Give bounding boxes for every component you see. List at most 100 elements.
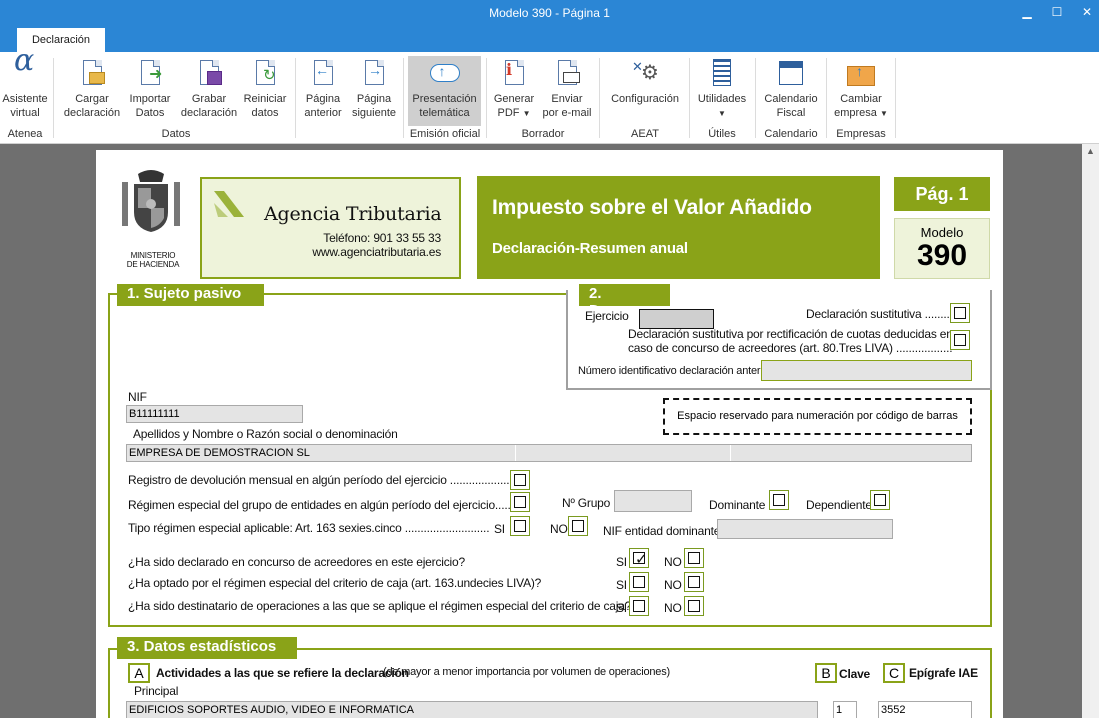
regimen-label: Régimen especial del grupo de entidades … xyxy=(128,498,517,512)
tipo-si-checkbox[interactable] xyxy=(510,516,530,536)
group-calendario: Calendario xyxy=(764,128,818,140)
separator xyxy=(295,58,296,138)
label: Datos xyxy=(135,107,165,119)
pagina-siguiente-button[interactable]: → Página siguiente xyxy=(348,56,400,120)
label: Cambiar xyxy=(840,93,882,105)
text: MINISTERIO xyxy=(130,251,176,260)
separator xyxy=(599,58,600,138)
web-address: www.agenciatributaria.es xyxy=(312,245,441,259)
page-next-icon: → xyxy=(359,58,389,88)
nif-dominante-input[interactable] xyxy=(717,519,893,539)
registro-checkbox[interactable] xyxy=(510,470,530,490)
reiniciar-datos-button[interactable]: ↻ Reiniciar datos xyxy=(240,56,290,120)
title-bar: Modelo 390 - Página 1 ▁ ☐ ✕ xyxy=(0,0,1099,26)
dependiente-label: Dependiente xyxy=(806,498,872,512)
label: Cargar xyxy=(75,93,109,105)
ejercicio-input[interactable] xyxy=(639,309,714,329)
group-borrador: Borrador xyxy=(521,128,565,140)
tab-strip: Declaración xyxy=(0,26,1099,52)
text: DE HACIENDA xyxy=(126,260,180,269)
label: Configuración xyxy=(611,93,679,105)
actividad-principal-input[interactable]: EDIFICIOS SOPORTES AUDIO, VIDEO E INFORM… xyxy=(126,701,818,718)
nif-dominante-label: NIF entidad dominante xyxy=(603,524,721,538)
vertical-scrollbar[interactable]: ▲ xyxy=(1082,144,1099,718)
label: Grabar xyxy=(191,93,227,105)
ministerio-label: MINISTERIO DE HACIENDA xyxy=(116,251,190,269)
document-page: MINISTERIO DE HACIENDA Agencia Tributaria… xyxy=(96,150,1003,718)
folder-upload-icon: ↑ xyxy=(846,58,876,88)
q1-no-checkbox[interactable] xyxy=(684,548,704,568)
nif-input[interactable]: B11111111 xyxy=(126,405,303,423)
epigrafe-input[interactable]: 3552 xyxy=(878,701,972,718)
pagina-anterior-button[interactable]: ← Página anterior xyxy=(299,56,347,120)
scroll-up-icon[interactable]: ▲ xyxy=(1082,146,1099,156)
import-icon: ➜ xyxy=(135,58,165,88)
grupo-input[interactable] xyxy=(614,490,692,512)
label: telemática xyxy=(419,107,470,119)
label: Importar xyxy=(129,93,171,105)
actividades-label: Actividades a las que se refiere la decl… xyxy=(156,666,409,680)
cloud-upload-icon: ↑ xyxy=(429,58,460,88)
section-1-title: 1. Sujeto pasivo xyxy=(117,284,264,306)
tipo-no-checkbox[interactable] xyxy=(568,516,588,536)
q3-no-label: NO xyxy=(664,601,682,615)
destinatario-question: ¿Ha sido destinatario de operaciones a l… xyxy=(128,599,632,613)
calendar-icon xyxy=(776,58,806,88)
generar-pdf-button[interactable]: ℹ Generar PDF ▼ xyxy=(490,56,538,121)
sustitutiva-checkbox[interactable] xyxy=(950,303,970,323)
email-icon xyxy=(552,58,582,88)
label: Asistente xyxy=(2,93,48,105)
key-b-badge: B xyxy=(815,663,837,683)
window-title: Modelo 390 - Página 1 xyxy=(489,6,610,20)
calendario-fiscal-button[interactable]: Calendario Fiscal xyxy=(759,56,823,120)
cargar-declaracion-button[interactable]: Cargar declaración xyxy=(60,56,124,120)
q3-no-checkbox[interactable] xyxy=(684,596,704,616)
minimize-button[interactable]: ▁ xyxy=(1012,0,1042,26)
rectificacion-label-1: Declaración sustitutiva por rectificació… xyxy=(628,327,953,341)
q2-no-checkbox[interactable] xyxy=(684,572,704,592)
asistente-virtual-button[interactable]: α Asistente virtual xyxy=(0,46,50,120)
tipo-no-label: NO xyxy=(550,522,568,536)
aeat-settings-gear-icon: ✕ ⚙ xyxy=(632,59,659,84)
nif-label: NIF xyxy=(128,390,147,404)
divider xyxy=(730,445,731,461)
presentacion-telematica-button[interactable]: ↑ Presentación telemática xyxy=(408,56,481,126)
q2-no-label: NO xyxy=(664,578,682,592)
q1-si-label: SI xyxy=(616,555,627,569)
label: declaración xyxy=(180,107,238,119)
importar-datos-button[interactable]: ➜ Importar Datos xyxy=(124,56,176,120)
q1-si-checkbox[interactable]: ✓ xyxy=(629,548,649,568)
save-icon xyxy=(194,58,224,88)
rectificacion-checkbox[interactable] xyxy=(950,330,970,350)
numero-anterior-input[interactable] xyxy=(761,360,972,381)
modelo-label: Modelo xyxy=(920,225,964,240)
dominante-checkbox[interactable] xyxy=(769,490,789,510)
grabar-declaracion-button[interactable]: Grabar declaración xyxy=(178,56,240,120)
clave-input[interactable]: 1 xyxy=(833,701,857,718)
maximize-button[interactable]: ☐ xyxy=(1042,0,1072,26)
label: PDF xyxy=(497,107,520,119)
numero-anterior-label: Número identificativo declaración anteri… xyxy=(578,365,772,377)
configuracion-button[interactable]: ✕ ⚙ Configuración xyxy=(604,56,686,106)
label: Reiniciar xyxy=(243,93,287,105)
cambiar-empresa-button[interactable]: ↑ Cambiar empresa ▼ xyxy=(830,56,892,121)
label: datos xyxy=(251,107,279,119)
dependiente-checkbox[interactable] xyxy=(870,490,890,510)
coat-of-arms-logo xyxy=(116,168,186,248)
label: virtual xyxy=(10,107,40,119)
label: declaración xyxy=(63,107,121,119)
reset-icon: ↻ xyxy=(250,58,280,88)
regimen-checkbox[interactable] xyxy=(510,492,530,512)
registro-label: Registro de devolución mensual en algún … xyxy=(128,473,519,487)
pdf-icon: ℹ xyxy=(499,58,529,88)
q3-si-checkbox[interactable] xyxy=(629,596,649,616)
enviar-email-button[interactable]: Enviar por e-mail xyxy=(540,56,594,120)
barcode-reserved-area: Espacio reservado para numeración por có… xyxy=(663,398,972,435)
group-datos: Datos xyxy=(161,128,191,140)
q2-si-checkbox[interactable] xyxy=(629,572,649,592)
label: empresa xyxy=(834,107,877,119)
close-button[interactable]: ✕ xyxy=(1072,0,1099,26)
utilidades-button[interactable]: Utilidades ▼ xyxy=(693,56,751,121)
dropdown-caret-icon: ▼ xyxy=(718,109,726,118)
razon-social-input[interactable]: EMPRESA DE DEMOSTRACION SL xyxy=(126,444,972,462)
